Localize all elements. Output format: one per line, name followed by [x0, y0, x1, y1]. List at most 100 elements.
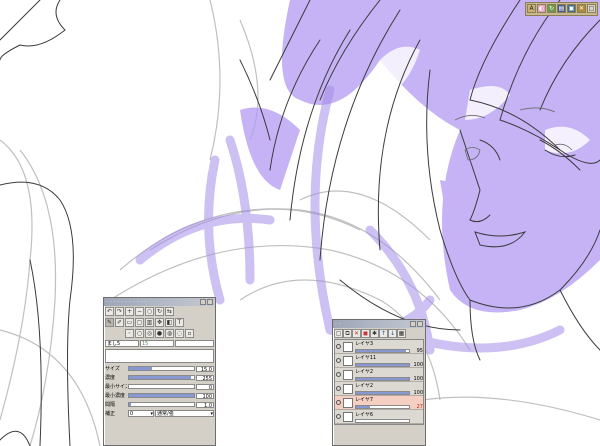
- min-opacity-value[interactable]: 100: [196, 392, 214, 400]
- shape-4-icon[interactable]: ●: [155, 329, 164, 338]
- size-value[interactable]: 15.0: [196, 365, 214, 373]
- brush-name-value[interactable]: 15: [140, 340, 174, 347]
- close-icon[interactable]: [207, 299, 213, 305]
- eye-icon[interactable]: [336, 400, 341, 405]
- layer-info: レイヤ2 100: [355, 382, 423, 396]
- correction-row: 補正 0 ▾ 通常/強 ▾: [104, 409, 215, 418]
- min-size-value[interactable]: 0: [196, 383, 214, 391]
- shape-3-icon[interactable]: ◎: [145, 329, 154, 338]
- layer-opacity-slider[interactable]: [355, 376, 410, 381]
- rotate-icon[interactable]: ↻: [547, 4, 556, 13]
- layer-row[interactable]: レイヤ2 100: [335, 368, 423, 382]
- shape-6-icon[interactable]: ◌: [175, 329, 184, 338]
- zoom-reset-icon[interactable]: ○: [145, 307, 154, 316]
- layer-name: レイヤ2: [355, 382, 374, 389]
- new-layer-icon[interactable]: ▢: [334, 329, 343, 338]
- layer-opacity-slider[interactable]: [355, 404, 410, 409]
- layer-opacity-slider[interactable]: [355, 390, 410, 395]
- layer-opacity-slider[interactable]: [355, 418, 410, 423]
- size-label: サイズ: [105, 366, 120, 372]
- minimize-icon[interactable]: [200, 299, 206, 305]
- move-up-icon[interactable]: ↑: [379, 329, 388, 338]
- pen-icon[interactable]: ✎: [105, 318, 114, 327]
- redo-icon[interactable]: ↷: [115, 307, 124, 316]
- interval-slider[interactable]: [128, 402, 195, 407]
- layer-opacity-slider[interactable]: [355, 348, 410, 353]
- shape-5-icon[interactable]: ◍: [165, 329, 174, 338]
- correction-label: 補正: [105, 411, 116, 417]
- layer-row[interactable]: レイヤ2 100: [335, 382, 423, 396]
- layer-menu-icon[interactable]: ▦: [397, 329, 406, 338]
- gradient-icon[interactable]: ◧: [165, 318, 174, 327]
- size-slider[interactable]: [128, 366, 195, 371]
- zoom-out-icon[interactable]: −: [135, 307, 144, 316]
- layer-name: レイヤ7: [355, 396, 374, 403]
- eye-icon[interactable]: [336, 344, 341, 349]
- interval-label: 間隔: [105, 402, 116, 408]
- min-size-label: 最小サイズ: [105, 384, 127, 390]
- layer-row[interactable]: レイヤ7 27: [335, 396, 423, 410]
- flip-icon[interactable]: ⇆: [165, 307, 174, 316]
- draw-tools: ✎ ✐ ▭ ▢ ▥ ✥ ◧ T: [104, 317, 215, 328]
- undo-icon[interactable]: ↶: [105, 307, 114, 316]
- move-down-icon[interactable]: ↓: [388, 329, 397, 338]
- drawing-canvas[interactable]: [0, 0, 600, 446]
- shape-1-icon[interactable]: ◦: [125, 329, 134, 338]
- eye-icon[interactable]: [336, 414, 341, 419]
- opacity-slider[interactable]: [128, 375, 195, 380]
- min-opacity-label: 最小濃度: [105, 393, 126, 399]
- layer-thumbnail: [343, 341, 353, 352]
- opacity-value[interactable]: 255: [196, 374, 214, 382]
- layer-name: レイヤ2: [355, 368, 374, 375]
- brush-shapes: ◦ ○ ◎ ● ◍ ◌ ▫: [104, 328, 215, 339]
- save-icon[interactable]: ▣: [567, 4, 576, 13]
- text-icon[interactable]: A: [527, 4, 536, 13]
- select-icon[interactable]: ▢: [135, 318, 144, 327]
- interval-value[interactable]: 1.0: [196, 401, 214, 409]
- rotate-view-icon[interactable]: ↻: [155, 307, 164, 316]
- layer-row[interactable]: レイヤ11 100: [335, 354, 423, 368]
- layer-opacity-fill: [356, 349, 407, 352]
- min-opacity-row: 最小濃度 100: [104, 391, 215, 400]
- eraser-icon[interactable]: ▭: [125, 318, 134, 327]
- interval-row: 間隔 1.0: [104, 400, 215, 409]
- blend-icon[interactable]: ◐: [537, 4, 546, 13]
- mode-select[interactable]: 通常/強 ▾: [155, 410, 214, 417]
- layer-thumbnail: [343, 369, 353, 380]
- layer-opacity-fill: [356, 391, 409, 394]
- eye-icon[interactable]: [336, 358, 341, 363]
- brush-preview: [105, 349, 214, 363]
- merge-layer-icon[interactable]: ◼: [361, 329, 370, 338]
- chevron-down-icon: ▾: [150, 411, 153, 417]
- zoom-in-icon[interactable]: +: [125, 307, 134, 316]
- eye-icon[interactable]: [336, 386, 341, 391]
- layer-opacity-row: 27: [355, 404, 423, 410]
- tool-panel-titlebar[interactable]: · · · · · · · · · · ·: [104, 298, 215, 306]
- window-icon[interactable]: □: [587, 4, 596, 13]
- brush-icon[interactable]: ✐: [115, 318, 124, 327]
- layer-settings-icon[interactable]: ✱: [370, 329, 379, 338]
- brush-name-extra[interactable]: [175, 340, 214, 347]
- eye-icon[interactable]: [336, 372, 341, 377]
- layer-info: レイヤ2 100: [355, 368, 423, 382]
- shape-2-icon[interactable]: ○: [135, 329, 144, 338]
- move-icon[interactable]: ✥: [155, 318, 164, 327]
- shape-7-icon[interactable]: ▫: [185, 329, 194, 338]
- layer-opacity-slider[interactable]: [355, 362, 410, 367]
- delete-layer-icon[interactable]: ✕: [352, 329, 361, 338]
- brush-name-field[interactable]: まし5: [105, 340, 139, 347]
- min-size-slider[interactable]: [128, 384, 195, 389]
- close-icon[interactable]: ✕: [577, 4, 586, 13]
- close-icon[interactable]: [417, 321, 423, 327]
- text-tool-icon[interactable]: T: [175, 318, 184, 327]
- top-toolbar: A ◐ ↻ ▤ ▣ ✕ □: [525, 2, 598, 16]
- layer-row[interactable]: レイヤ6: [335, 410, 423, 424]
- layer-row[interactable]: レイヤ3 95: [335, 340, 423, 354]
- min-opacity-slider[interactable]: [128, 393, 195, 398]
- layers-icon[interactable]: ▤: [557, 4, 566, 13]
- correction-select[interactable]: 0 ▾: [128, 410, 154, 417]
- fill-icon[interactable]: ▥: [145, 318, 154, 327]
- minimize-icon[interactable]: [410, 321, 416, 327]
- layer-panel-titlebar[interactable]: · ·: [333, 320, 425, 328]
- copy-layer-icon[interactable]: ⧉: [343, 329, 352, 338]
